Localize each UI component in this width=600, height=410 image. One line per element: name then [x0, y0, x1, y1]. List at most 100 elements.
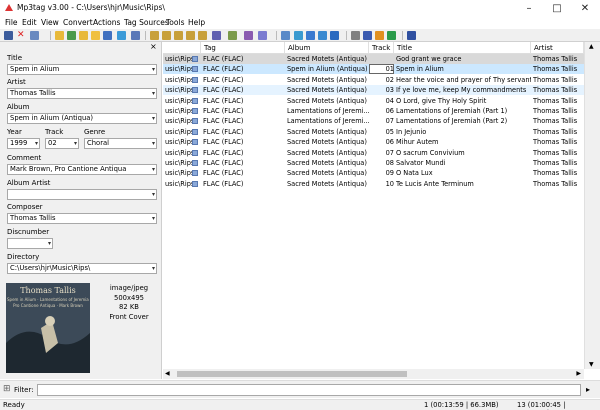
cell-track: 04	[385, 96, 394, 105]
menu-actions[interactable]: Actions	[93, 18, 120, 27]
options-icon[interactable]	[131, 31, 140, 40]
table-row[interactable]: usic\Rips\ FLAC (FLAC) Sacred Motets (Anti…	[163, 85, 584, 96]
delete-icon[interactable]: ✕	[17, 31, 26, 40]
text-tag-icon[interactable]	[186, 31, 195, 40]
cover-art[interactable]: Thomas Tallis Spem in Alium · Lamentatio…	[6, 283, 90, 373]
genre-field[interactable]: Choral ▾	[84, 138, 157, 149]
comment-field[interactable]: Mark Brown, Pro Cantione Antiqua ▾	[7, 164, 157, 175]
filter-input[interactable]	[37, 384, 581, 396]
menu-edit[interactable]: Edit	[22, 18, 37, 27]
menu-tag-sources[interactable]: Tag Sources	[124, 18, 169, 27]
chevron-down-icon[interactable]: ▾	[152, 214, 155, 223]
export-icon[interactable]	[281, 31, 290, 40]
menu-tools[interactable]: Tools	[166, 18, 184, 27]
tag-tag-icon[interactable]	[198, 31, 207, 40]
year-field[interactable]: 1999 ▾	[7, 138, 40, 149]
file-icon	[192, 180, 198, 187]
album-field[interactable]: Spem in Alium (Antiqua) ▾	[7, 113, 157, 124]
undo-icon[interactable]	[30, 31, 39, 40]
cell-tag: FLAC (FLAC)	[203, 65, 244, 74]
horizontal-scrollbar[interactable]: ◀ ▶	[163, 369, 584, 379]
cell-album: Sacred Motets (Antiqua)	[287, 75, 367, 84]
column-header-artist[interactable]: Artist	[531, 42, 584, 54]
chevron-down-icon[interactable]: ▾	[152, 65, 155, 74]
table-row[interactable]: usic\Rips\ FLAC (FLAC) Lamentations of Jer…	[163, 116, 584, 126]
directory-field[interactable]: C:\Users\hjr\Music\Rips\ ▾	[7, 263, 157, 274]
filename-tag-icon[interactable]	[162, 31, 171, 40]
chevron-down-icon[interactable]: ▾	[152, 114, 155, 123]
view-list-icon[interactable]	[294, 31, 303, 40]
chevron-down-icon[interactable]: ▾	[152, 139, 155, 148]
file-list: Tag Album Track Title Artist usic\Rips\ F…	[163, 42, 600, 379]
column-header-album[interactable]: Album	[285, 42, 369, 54]
table-row[interactable]: usic\Rips\ FLAC (FLAC) Sacred Motets (Anti…	[163, 158, 584, 168]
freedb-icon[interactable]	[363, 31, 372, 40]
menu-view[interactable]: View	[41, 18, 59, 27]
scroll-right-icon[interactable]: ▶	[576, 370, 581, 377]
tools-icon[interactable]	[407, 31, 416, 40]
table-row[interactable]: usic\Rips\ FLAC (FLAC) Lamentations of Jer…	[163, 106, 584, 116]
open-directory-icon[interactable]	[79, 31, 88, 40]
refresh-icon[interactable]	[117, 31, 126, 40]
amazon-icon[interactable]	[375, 31, 384, 40]
filter-panel-icon[interactable]: ⊞	[3, 384, 11, 394]
chevron-down-icon[interactable]: ▾	[152, 264, 155, 273]
table-row[interactable]: usic\Rips\ FLAC (FLAC) Spem in Alium (Anti…	[163, 64, 584, 75]
cell-track	[369, 54, 394, 64]
title-field[interactable]: Spem in Alium ▾	[7, 64, 157, 75]
close-window-button[interactable]: ✕	[571, 0, 599, 17]
case-convert-icon[interactable]	[244, 31, 253, 40]
menu-help[interactable]: Help	[188, 18, 205, 27]
chevron-down-icon[interactable]: ▾	[152, 190, 155, 199]
panel-close-icon[interactable]: ×	[150, 42, 157, 51]
filter-go-icon[interactable]: ▸	[586, 385, 590, 394]
chevron-down-icon[interactable]: ▾	[35, 139, 38, 148]
chevron-down-icon[interactable]: ▾	[48, 239, 51, 248]
add-folder-icon[interactable]	[67, 31, 76, 40]
favorite-icon[interactable]	[91, 31, 100, 40]
cell-tag: FLAC (FLAC)	[203, 138, 244, 147]
table-row[interactable]: usic\Rips\ FLAC (FLAC) Sacred Motets (Anti…	[163, 75, 584, 85]
view-details-icon[interactable]	[306, 31, 315, 40]
track-field[interactable]: 02 ▾	[45, 138, 79, 149]
vertical-scrollbar[interactable]: ▲ ▼	[584, 42, 600, 369]
table-row[interactable]: usic\Rips\ FLAC (FLAC) Sacred Motets (Anti…	[163, 96, 584, 106]
discnumber-field[interactable]: ▾	[7, 238, 53, 249]
album-artist-field[interactable]: ▾	[7, 189, 157, 200]
print-icon[interactable]	[351, 31, 360, 40]
composer-field[interactable]: Thomas Tallis ▾	[7, 213, 157, 224]
column-header-title[interactable]: Title	[394, 42, 531, 54]
table-row[interactable]: usic\Rips\ FLAC (FLAC) Sacred Motets (Anti…	[163, 54, 584, 64]
artist-field[interactable]: Thomas Tallis ▾	[7, 88, 157, 99]
chevron-down-icon[interactable]: ▾	[74, 139, 77, 148]
tag-sources-icon[interactable]	[228, 31, 237, 40]
scroll-thumb[interactable]	[177, 371, 407, 377]
column-header-tag[interactable]: Tag	[201, 42, 285, 54]
chevron-down-icon[interactable]: ▾	[152, 165, 155, 174]
filename-filename-icon[interactable]	[174, 31, 183, 40]
menu-convert[interactable]: Convert	[63, 18, 93, 27]
scroll-left-icon[interactable]: ◀	[165, 370, 170, 377]
table-row[interactable]: usic\Rips\ FLAC (FLAC) Sacred Motets (Anti…	[163, 148, 584, 158]
column-header-path[interactable]	[163, 42, 201, 54]
discogs-icon[interactable]	[387, 31, 396, 40]
minimize-button[interactable]: –	[515, 0, 543, 17]
save-icon[interactable]	[4, 31, 13, 40]
open-folder-icon[interactable]	[55, 31, 64, 40]
playlist-icon[interactable]	[103, 31, 112, 40]
text-format-icon[interactable]	[258, 31, 267, 40]
table-row[interactable]: usic\Rips\ FLAC (FLAC) Sacred Motets (Anti…	[163, 137, 584, 147]
scroll-up-icon[interactable]: ▲	[589, 43, 594, 50]
column-header-track[interactable]: Track	[369, 42, 394, 54]
chevron-down-icon[interactable]: ▾	[152, 89, 155, 98]
web-icon[interactable]	[330, 31, 339, 40]
columns-icon[interactable]	[318, 31, 327, 40]
table-row[interactable]: usic\Rips\ FLAC (FLAC) Sacred Motets (Anti…	[163, 127, 584, 137]
table-row[interactable]: usic\Rips\ FLAC (FLAC) Sacred Motets (Anti…	[163, 168, 584, 178]
scroll-down-icon[interactable]: ▼	[589, 361, 594, 368]
menu-file[interactable]: File	[5, 18, 18, 27]
maximize-button[interactable]: □	[543, 0, 571, 17]
actions-icon[interactable]	[212, 31, 221, 40]
tag-filename-icon[interactable]	[150, 31, 159, 40]
table-row[interactable]: usic\Rips\ FLAC (FLAC) Sacred Motets (Anti…	[163, 179, 584, 189]
